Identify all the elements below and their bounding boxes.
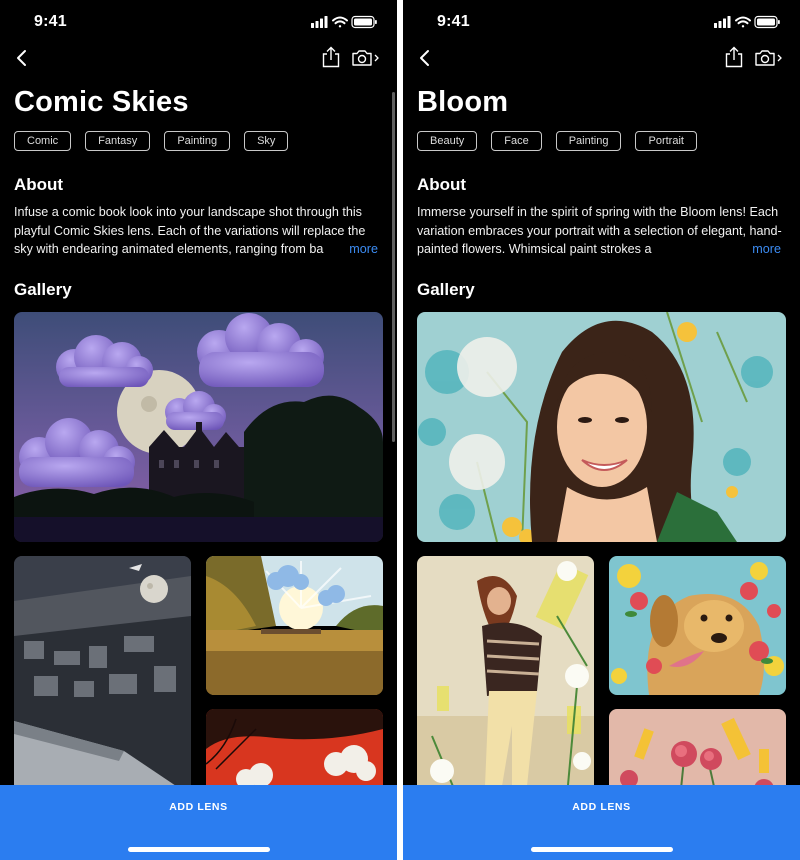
gallery-image-castle-clouds[interactable]	[14, 312, 383, 542]
gallery-image-city-aerial[interactable]	[14, 556, 191, 796]
share-icon	[322, 46, 340, 68]
tag-fantasy[interactable]: Fantasy	[85, 131, 151, 151]
status-icons	[714, 15, 782, 29]
screen-comic-skies: 9:41 Comic Skies Comic Fantasy Painting …	[0, 0, 397, 860]
wifi-icon	[332, 16, 348, 28]
home-indicator[interactable]	[128, 847, 270, 852]
share-button[interactable]	[724, 46, 744, 68]
tag-beauty[interactable]: Beauty	[417, 131, 478, 151]
lens-title: Comic Skies	[14, 86, 189, 118]
gallery-image-portrait-dandelions[interactable]	[417, 312, 786, 542]
tag-list: Beauty Face Painting Portrait	[417, 131, 697, 151]
back-icon	[420, 50, 429, 66]
tag-face[interactable]: Face	[491, 131, 542, 151]
tag-painting[interactable]: Painting	[164, 131, 231, 151]
back-button[interactable]	[417, 48, 433, 68]
add-lens-button[interactable]: ADD LENS	[403, 785, 800, 860]
gallery-heading: Gallery	[417, 280, 475, 299]
about-text: Immerse yourself in the spirit of spring…	[417, 205, 782, 256]
more-link[interactable]: more	[740, 240, 781, 259]
battery-icon	[754, 15, 780, 29]
status-time: 9:41	[437, 13, 470, 30]
tag-painting[interactable]: Painting	[555, 131, 622, 151]
back-icon	[17, 50, 26, 66]
more-link[interactable]: more	[337, 240, 378, 259]
tag-sky[interactable]: Sky	[244, 131, 289, 151]
camera-icon	[352, 50, 379, 66]
add-lens-label: ADD LENS	[169, 801, 228, 813]
signal-icon	[311, 16, 328, 28]
gallery-image-dog-roses[interactable]	[609, 556, 786, 695]
camera-button[interactable]	[351, 49, 381, 67]
status-time: 9:41	[34, 13, 67, 30]
camera-icon	[755, 50, 782, 66]
add-lens-label: ADD LENS	[572, 801, 631, 813]
gallery-image-lake-clouds[interactable]	[206, 556, 383, 695]
back-button[interactable]	[14, 48, 30, 68]
share-button[interactable]	[321, 46, 341, 68]
about-heading: About	[417, 175, 467, 194]
gallery-heading: Gallery	[14, 280, 72, 299]
status-icons	[311, 15, 379, 29]
signal-icon	[714, 16, 731, 28]
wifi-icon	[735, 16, 751, 28]
lens-title: Bloom	[417, 86, 509, 118]
about-text: Infuse a comic book look into your lands…	[14, 205, 366, 256]
about-heading: About	[14, 175, 64, 194]
screen-bloom: 9:41 Bloom Beauty Face Painting Portrait…	[403, 0, 800, 860]
scrollbar[interactable]	[392, 92, 395, 442]
gallery-image-woman-lilies[interactable]	[417, 556, 594, 796]
tag-portrait[interactable]: Portrait	[635, 131, 697, 151]
camera-button[interactable]	[754, 49, 784, 67]
tag-comic[interactable]: Comic	[14, 131, 72, 151]
add-lens-button[interactable]: ADD LENS	[0, 785, 397, 860]
tag-list: Comic Fantasy Painting Sky	[14, 131, 289, 151]
battery-icon	[351, 15, 377, 29]
home-indicator[interactable]	[531, 847, 673, 852]
share-icon	[725, 46, 743, 68]
